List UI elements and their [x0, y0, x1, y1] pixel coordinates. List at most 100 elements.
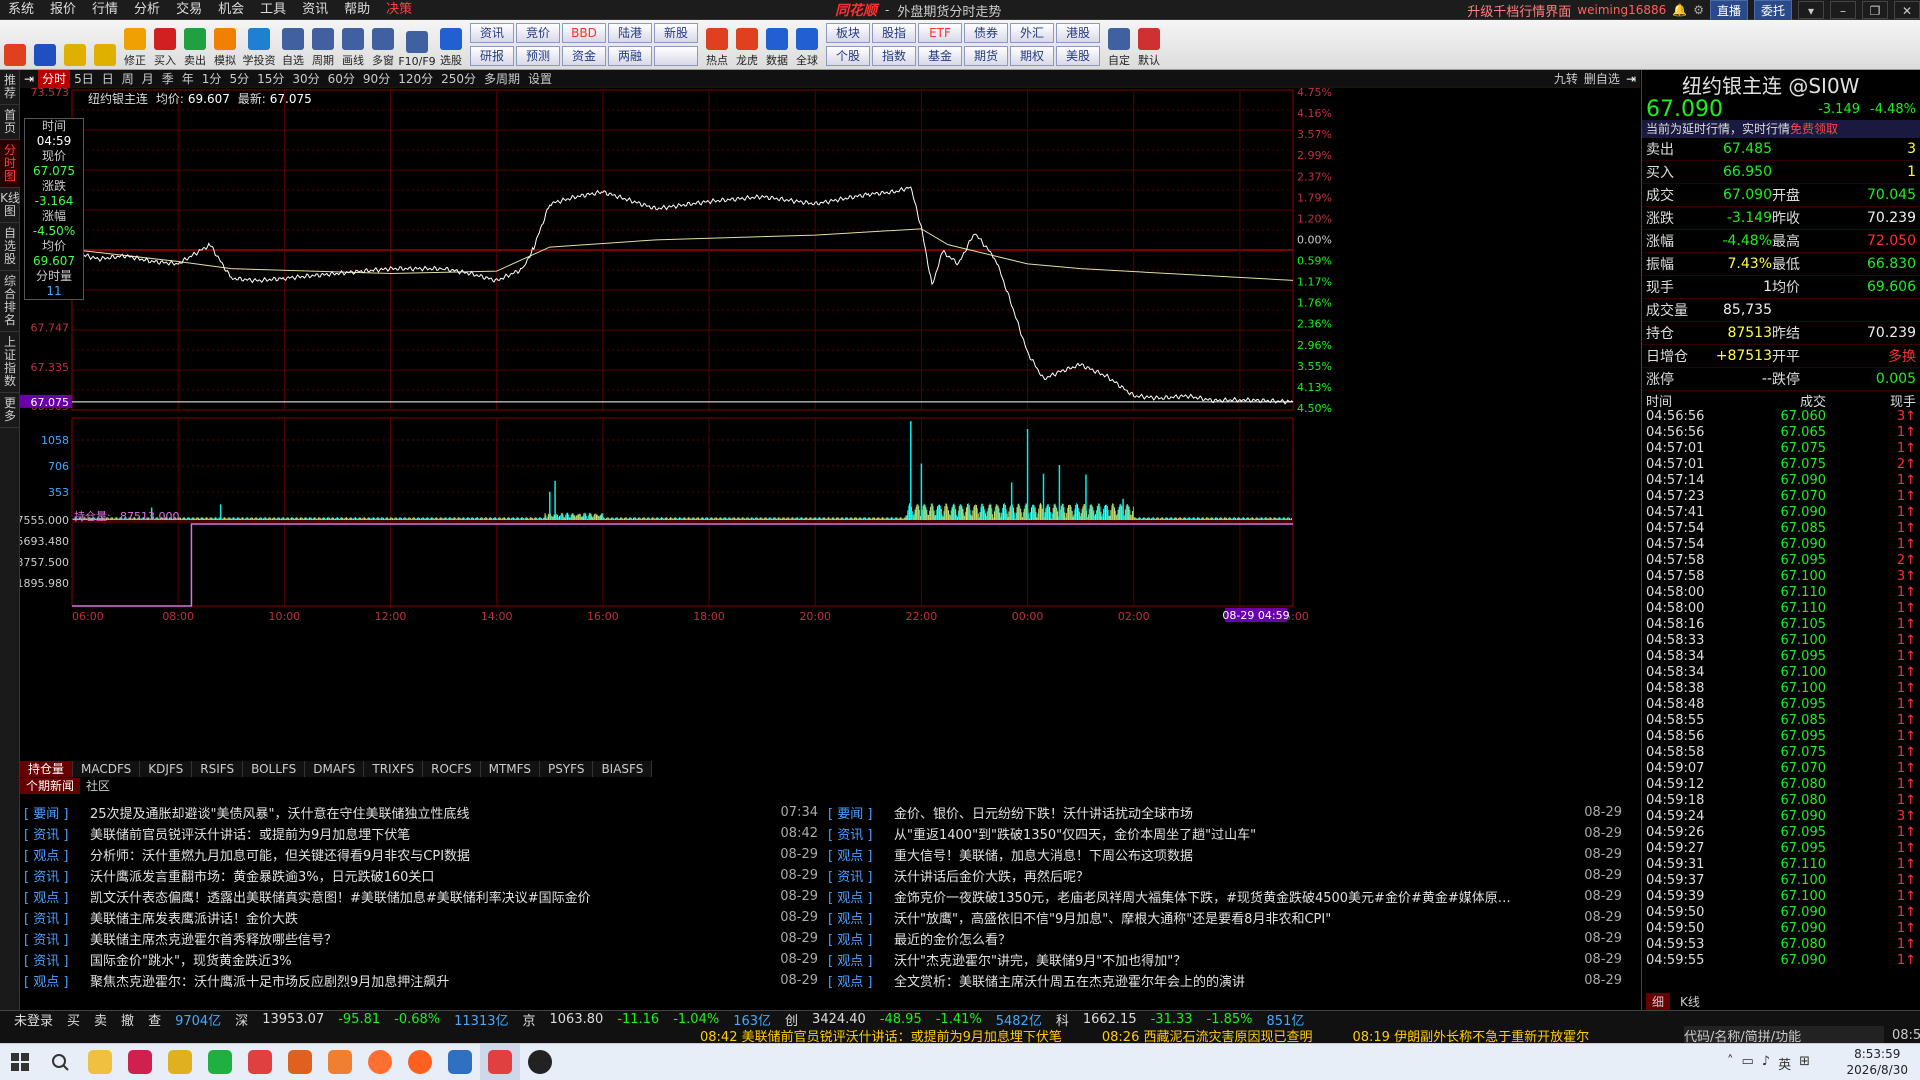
restore-icon[interactable]: ❐ — [1862, 1, 1888, 19]
left-tab[interactable]: 首页 — [0, 105, 20, 140]
username[interactable]: weiming16886 — [1577, 3, 1666, 17]
period-16[interactable]: 设置 — [524, 70, 556, 88]
indicator-tab[interactable]: 持仓量 — [20, 761, 74, 777]
news-title[interactable]: 美联储前官员锐评沃什讲话：或提前为9月加息埋下伏笔 — [90, 824, 768, 843]
tab-kline[interactable]: K线 — [1680, 993, 1700, 1010]
news-item[interactable]: [ 观点 ] 重大信号！美联储，加息大消息！下周公布这项数据 08-29 — [828, 844, 1628, 865]
toolbar-button[interactable]: 选股 — [436, 20, 466, 70]
news-title[interactable]: 全文赏析：美联储主席沃什周五在杰克逊霍尔年会上的的演讲 — [894, 971, 1572, 990]
news-tag[interactable]: [ 观点 ] — [24, 971, 90, 990]
toolbar-grid-button[interactable]: 个股 — [826, 46, 870, 66]
indicator-tab[interactable]: MACDFS — [73, 761, 141, 777]
news-item[interactable]: [ 要闻 ] 金价、银价、日元纷纷下跌！沃什讲话扰动全球市场 08-29 — [828, 802, 1628, 823]
menu-tools[interactable]: 工具 — [252, 0, 294, 20]
toolbar-grid-button[interactable]: 期权 — [1010, 46, 1054, 66]
toolbar-grid-button[interactable] — [654, 46, 698, 66]
clock[interactable]: 8:53:59 2026/8/30 — [1846, 1046, 1908, 1078]
news-item[interactable]: [ 观点 ] 全文赏析：美联储主席沃什周五在杰克逊霍尔年会上的的演讲 08-29 — [828, 970, 1628, 991]
news-tag[interactable]: [ 资讯 ] — [828, 824, 894, 843]
news-tag[interactable]: [ 资讯 ] — [24, 929, 90, 948]
chart-area[interactable]: 73.57369.82769.41469.00268.57268.16067.7… — [20, 88, 1640, 761]
news-title[interactable]: 沃什"放鹰"，高盛依旧不信"9月加息"、摩根大通称"还是要看8月非农和CPI" — [894, 908, 1572, 927]
folder-icon[interactable] — [80, 1044, 120, 1080]
toolbar-button[interactable]: 自定 — [1104, 20, 1134, 70]
news-item[interactable]: [ 观点 ] 聚焦杰克逊霍尔：沃什鹰派十足市场反应剧烈9月加息押注飙升 08-29 — [24, 970, 824, 991]
firefox2-icon[interactable] — [400, 1044, 440, 1080]
toolbar-grid-button[interactable]: 指数 — [872, 46, 916, 66]
news-title[interactable]: 沃什"杰克逊霍尔"讲完，美联储9月"不加也得加"？ — [894, 950, 1572, 969]
period-11[interactable]: 60分 — [324, 70, 359, 88]
upgrade-link[interactable]: 升级千档行情界面 — [1467, 1, 1571, 20]
wechat-icon[interactable] — [200, 1044, 240, 1080]
left-tab[interactable]: 上证指数 — [0, 332, 20, 393]
toolbar-button[interactable] — [0, 20, 30, 70]
news-tag[interactable]: [ 观点 ] — [828, 887, 894, 906]
volume-icon[interactable]: ♪ — [1762, 1054, 1770, 1073]
news-item[interactable]: [ 观点 ] 沃什"杰克逊霍尔"讲完，美联储9月"不加也得加"？ 08-29 — [828, 949, 1628, 970]
firefox-icon[interactable] — [360, 1044, 400, 1080]
app-flash-icon[interactable] — [320, 1044, 360, 1080]
news-title[interactable]: 美联储主席杰克逊霍尔首秀释放哪些信号？ — [90, 929, 768, 948]
news-title[interactable]: 重大信号！美联储，加息大消息！下周公布这项数据 — [894, 845, 1572, 864]
bell-icon[interactable]: 🔔 — [1672, 3, 1687, 17]
network-icon[interactable]: ▭ — [1741, 1054, 1753, 1073]
app-ths-icon[interactable] — [240, 1044, 280, 1080]
indicator-tab[interactable]: RSIFS — [192, 761, 244, 777]
ticker-item[interactable]: 08:42 美联储前官员锐评沃什讲话：或提前为9月加息埋下伏笔 — [700, 1026, 1062, 1045]
period-9[interactable]: 15分 — [253, 70, 288, 88]
news-title[interactable]: 25次提及通胀却避谈"美债风暴"，沃什意在守住美联储独立性底线 — [90, 803, 768, 822]
period-12[interactable]: 90分 — [359, 70, 394, 88]
remove-self-button[interactable]: 删自选 — [1584, 70, 1620, 88]
tab-community[interactable]: 社区 — [80, 778, 116, 794]
toolbar-button[interactable]: 全球 — [792, 20, 822, 70]
period-14[interactable]: 250分 — [437, 70, 480, 88]
grid-icon[interactable]: ⊞ — [1799, 1054, 1810, 1073]
news-tag[interactable]: [ 要闻 ] — [24, 803, 90, 822]
menu-quote[interactable]: 报价 — [42, 0, 84, 20]
left-tab[interactable]: 推荐 — [0, 70, 20, 105]
menu-help[interactable]: 帮助 — [336, 0, 378, 20]
indicator-tab[interactable]: MTMFS — [481, 761, 540, 777]
news-item[interactable]: [ 观点 ] 凯文沃什表态偏鹰！透露出美联储真实意图！#美联储加息#美联储利率决议… — [24, 886, 824, 907]
toolbar-button[interactable]: 龙虎 — [732, 20, 762, 70]
toolbar-grid-button[interactable]: 陆港 — [608, 23, 652, 43]
tab-detail[interactable]: 细 — [1646, 993, 1671, 1010]
indicator-tab[interactable]: KDJFS — [140, 761, 193, 777]
news-tag[interactable]: [ 资讯 ] — [24, 950, 90, 969]
menu-system[interactable]: 系统 — [0, 0, 42, 20]
news-title[interactable]: 最近的金价怎么看？ — [894, 929, 1572, 948]
toolbar-grid-button[interactable]: ETF — [918, 23, 962, 43]
search-hint[interactable]: 代码/名称/简拼/功能 — [1684, 1025, 1884, 1045]
indicator-tab[interactable]: ROCFS — [423, 761, 481, 777]
left-tab[interactable]: 综合排名 — [0, 271, 20, 332]
toolbar-grid-button[interactable]: BBD — [562, 23, 606, 43]
app-red-icon[interactable] — [120, 1044, 160, 1080]
toolbar-button[interactable] — [60, 20, 90, 70]
toolbar-button[interactable]: 数据 — [762, 20, 792, 70]
toolbar-grid-button[interactable]: 竞价 — [516, 23, 560, 43]
lang-indicator[interactable]: 英 — [1778, 1054, 1791, 1073]
app-ths-active-icon[interactable] — [480, 1043, 520, 1080]
live-button[interactable]: 直播 — [1709, 0, 1748, 21]
news-title[interactable]: 沃什鹰派发言重翻市场：黄金暴跌逾3%，日元跌破160关口 — [90, 866, 768, 885]
news-item[interactable]: [ 资讯 ] 从"重返1400"到"跌破1350"仅四天，金价本周坐了趟"过山车"… — [828, 823, 1628, 844]
news-item[interactable]: [ 资讯 ] 国际金价"跳水"，现货黄金跌近3% 08-29 — [24, 949, 824, 970]
news-tag[interactable]: [ 资讯 ] — [24, 908, 90, 927]
trust-button[interactable]: 委托 — [1753, 0, 1792, 21]
toolbar-grid-button[interactable]: 板块 — [826, 23, 870, 43]
minimize-icon[interactable]: – — [1830, 1, 1856, 19]
news-tag[interactable]: [ 资讯 ] — [24, 866, 90, 885]
news-item[interactable]: [ 观点 ] 分析师：沃什重燃九月加息可能，但关键还得看9月非农与CPI数据 08-… — [24, 844, 824, 865]
news-title[interactable]: 分析师：沃什重燃九月加息可能，但关键还得看9月非农与CPI数据 — [90, 845, 768, 864]
toolbar-button[interactable]: 自选 — [278, 20, 308, 70]
toolbar-grid-button[interactable]: 美股 — [1056, 46, 1100, 66]
toolbar-button[interactable]: 卖出 — [180, 20, 210, 70]
menu-decision[interactable]: 决策 — [378, 0, 420, 20]
menu-news[interactable]: 资讯 — [294, 0, 336, 20]
toolbar-button[interactable]: 热点 — [702, 20, 732, 70]
left-tab[interactable]: 分时图 — [0, 140, 20, 188]
free-claim-link[interactable]: 免费领取 — [1790, 122, 1838, 136]
news-tag[interactable]: [ 观点 ] — [24, 845, 90, 864]
status-item[interactable]: 买 — [67, 1010, 80, 1029]
news-item[interactable]: [ 观点 ] 最近的金价怎么看？ 08-29 — [828, 928, 1628, 949]
